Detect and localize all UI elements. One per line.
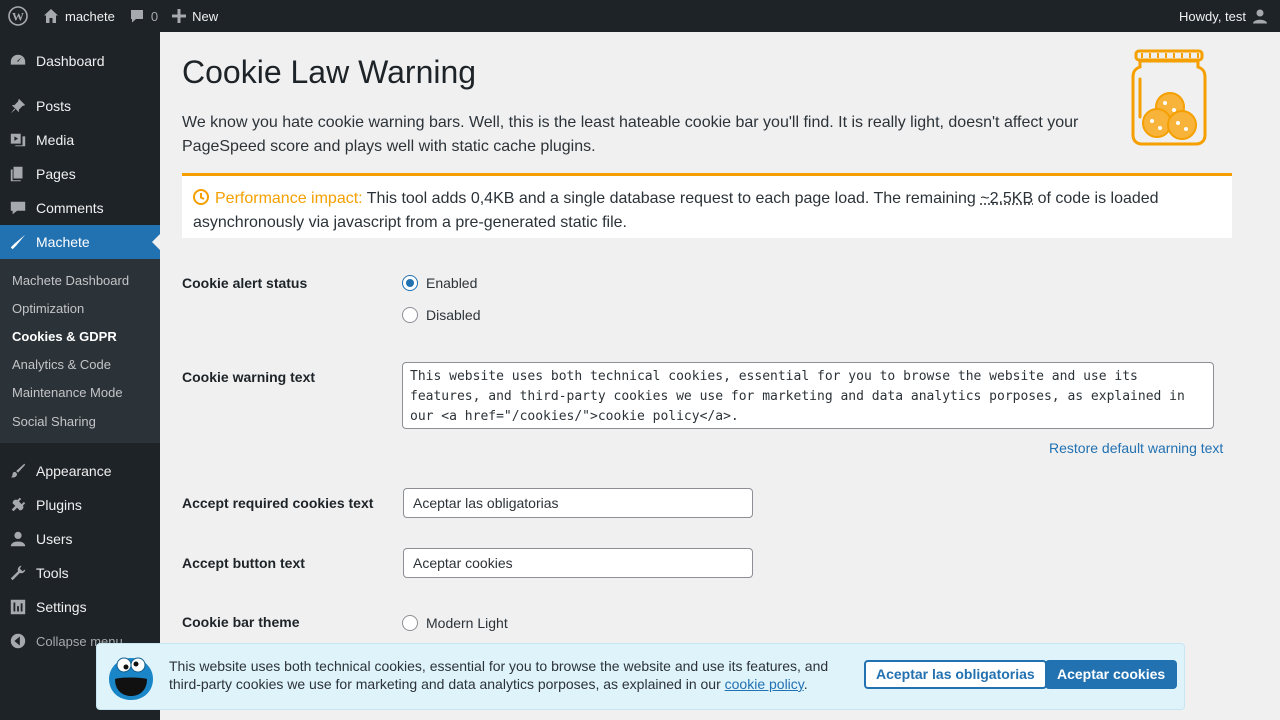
menu-appearance[interactable]: Appearance [0, 454, 160, 488]
new-label: New [192, 8, 219, 24]
pin-icon [8, 96, 28, 116]
wrench-icon [8, 563, 28, 583]
menu-label: Dashboard [36, 53, 105, 69]
menu-plugins[interactable]: Plugins [0, 488, 160, 522]
accept-cookies-button[interactable]: Aceptar cookies [1045, 660, 1178, 689]
cookie-policy-link[interactable]: cookie policy [725, 676, 804, 692]
settings-icon [8, 597, 28, 617]
notice-abbr: ~2.5KB [980, 190, 1034, 207]
site-name: machete [65, 8, 115, 24]
accept-button-label: Accept button text [182, 555, 305, 571]
cookie-alert-status-label: Cookie alert status [182, 275, 308, 291]
accept-required-button[interactable]: Aceptar las obligatorias [864, 660, 1047, 689]
cookie-warning-text-label: Cookie warning text [182, 369, 316, 385]
clock-icon [193, 189, 209, 205]
menu-comments[interactable]: Comments [0, 191, 160, 225]
wordpress-logo-icon[interactable]: W [0, 0, 36, 32]
menu-pages[interactable]: Pages [0, 157, 160, 191]
menu-label: Settings [36, 599, 87, 616]
new-content-link[interactable]: New [165, 0, 225, 32]
radio-disabled[interactable]: Disabled [402, 307, 480, 323]
home-icon [43, 8, 59, 24]
accept-button-input[interactable]: Aceptar cookies [403, 548, 753, 578]
admin-bar: W machete 0 New Howdy, test [0, 0, 1280, 32]
comments-link[interactable]: 0 [122, 0, 165, 32]
radio-enabled-label: Enabled [426, 275, 478, 291]
media-icon [8, 130, 28, 150]
menu-label: Plugins [36, 497, 82, 514]
menu-label: Machete [36, 234, 90, 250]
cookie-bar-theme-label: Cookie bar theme [182, 614, 300, 630]
plus-icon [172, 9, 187, 23]
page-title: Cookie Law Warning [182, 54, 477, 90]
menu-label: Tools [36, 565, 69, 582]
submenu-social-sharing[interactable]: Social Sharing [0, 407, 160, 435]
menu-label: Posts [36, 98, 72, 114]
submenu-optimization[interactable]: Optimization [0, 294, 160, 322]
performance-notice: Performance impact: This tool adds 0,4KB… [182, 173, 1232, 238]
restore-default-link[interactable]: Restore default warning text [1049, 440, 1223, 456]
accept-required-label: Accept required cookies text [182, 495, 374, 511]
collapse-icon [8, 631, 28, 651]
machete-icon [8, 232, 28, 252]
comments-count: 0 [150, 8, 159, 24]
machete-submenu: Machete Dashboard Optimization Cookies &… [0, 259, 160, 444]
brush-icon [8, 461, 28, 481]
menu-settings[interactable]: Settings [0, 590, 160, 624]
radio-disabled-control[interactable] [402, 307, 418, 323]
menu-label: Comments [36, 200, 104, 216]
radio-theme-label: Modern Light [426, 615, 508, 631]
menu-media[interactable]: Media [0, 123, 160, 157]
main-content: Cookie Law Warning We know you hate cook… [160, 32, 1280, 720]
cookie-bar-text: This website uses both technical cookies… [169, 657, 849, 693]
menu-label: Appearance [36, 463, 112, 480]
cookie-monster-icon [109, 657, 153, 700]
howdy-text: Howdy, test [1179, 8, 1246, 24]
menu-label: Users [36, 531, 73, 548]
intro-text: We know you hate cookie warning bars. We… [182, 114, 1079, 155]
radio-enabled-control[interactable] [402, 275, 418, 291]
pages-icon [8, 164, 28, 184]
user-icon [8, 529, 28, 549]
submenu-cookies-gdpr[interactable]: Cookies & GDPR [0, 322, 160, 350]
menu-users[interactable]: Users [0, 522, 160, 556]
site-name-link[interactable]: machete [36, 0, 122, 32]
radio-theme-modern-light[interactable]: Modern Light [402, 615, 508, 631]
my-account-link[interactable]: Howdy, test [1172, 0, 1280, 32]
notice-label: Performance impact: [215, 190, 363, 207]
cookie-bar: This website uses both technical cookies… [96, 643, 1185, 710]
submenu-maintenance-mode[interactable]: Maintenance Mode [0, 379, 160, 407]
menu-label: Media [36, 132, 75, 148]
cookie-bar-period: . [803, 676, 808, 692]
menu-machete[interactable]: Machete [0, 225, 160, 259]
plug-icon [8, 495, 28, 515]
radio-disabled-label: Disabled [426, 307, 481, 323]
menu-label: Pages [36, 166, 76, 182]
submenu-analytics-code[interactable]: Analytics & Code [0, 351, 160, 379]
comment-bubble-icon [129, 8, 145, 24]
comment-icon [8, 198, 28, 218]
menu-posts[interactable]: Posts [0, 89, 160, 123]
menu-dashboard[interactable]: Dashboard [0, 44, 160, 78]
radio-theme-control[interactable] [402, 615, 418, 631]
user-avatar-icon [1252, 8, 1268, 24]
menu-tools[interactable]: Tools [0, 556, 160, 590]
notice-text-1: This tool adds 0,4KB and a single databa… [362, 190, 981, 207]
submenu-machete-dashboard[interactable]: Machete Dashboard [0, 266, 160, 294]
cookie-jar-icon [1131, 49, 1207, 146]
admin-sidebar: Dashboard Posts Media Pages Comments Mac… [0, 32, 160, 720]
dashboard-icon [8, 51, 28, 71]
svg-text:W: W [12, 10, 24, 24]
radio-enabled[interactable]: Enabled [402, 275, 477, 291]
cookie-warning-textarea[interactable]: This website uses both technical cookies… [402, 362, 1214, 429]
accept-required-input[interactable]: Aceptar las obligatorias [403, 488, 753, 518]
